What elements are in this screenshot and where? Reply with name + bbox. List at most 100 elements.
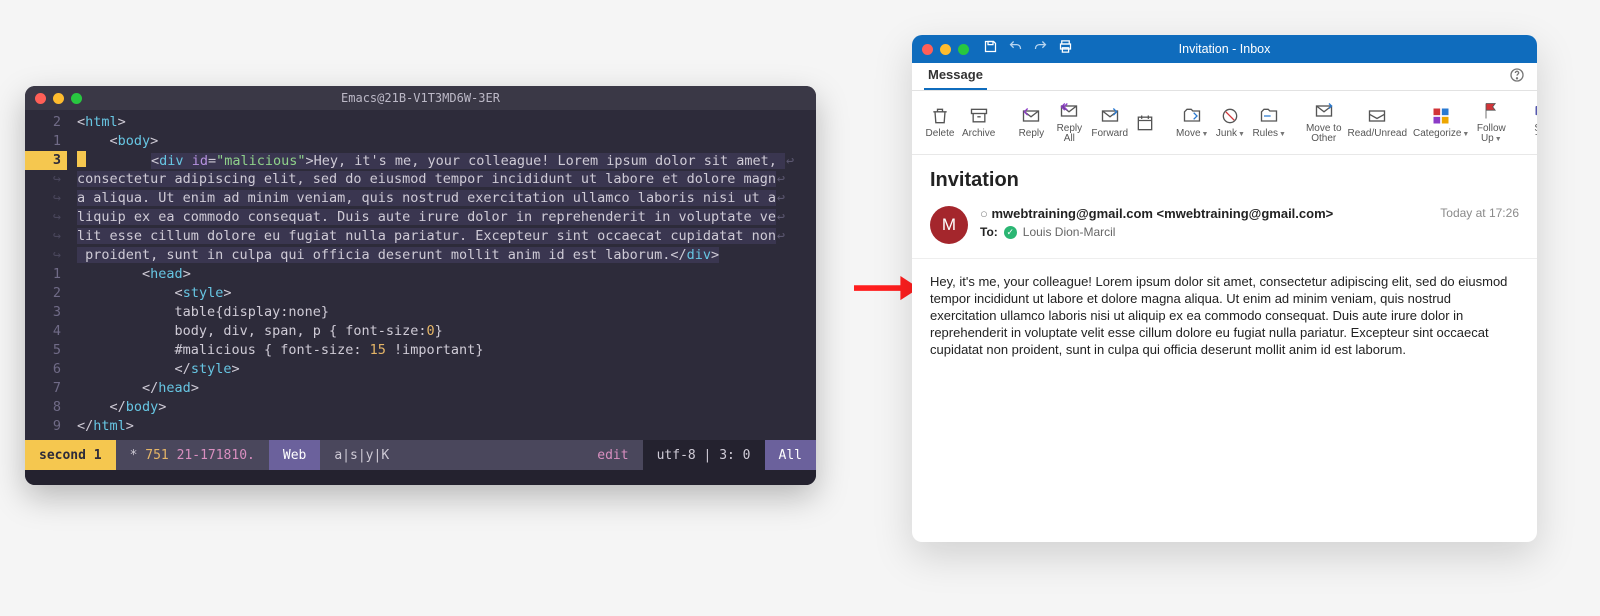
- traffic-lights: [922, 44, 969, 55]
- emacs-titlebar: Emacs@21B-V1T3MD6W-3ER: [25, 86, 816, 110]
- code-line[interactable]: </head>: [77, 379, 810, 398]
- archive-label: Archive: [962, 129, 995, 139]
- close-icon[interactable]: [35, 93, 46, 104]
- reply-label: Reply: [1019, 129, 1045, 139]
- close-icon[interactable]: [922, 44, 933, 55]
- sender-avatar[interactable]: M: [930, 206, 968, 244]
- line-number: 4: [25, 322, 61, 341]
- code-line[interactable]: <style>: [77, 284, 810, 303]
- line-number: 5: [25, 341, 61, 360]
- minibuffer[interactable]: [25, 470, 816, 485]
- code-line[interactable]: lit esse cillum dolore eu fugiat nulla p…: [77, 227, 810, 246]
- line-number-gutter: 213↪↪↪↪↪123456789: [25, 110, 71, 440]
- quick-access-toolbar: [983, 39, 1073, 59]
- mail-date: Today at 17:26: [1440, 206, 1519, 220]
- buf-modified: *: [130, 448, 138, 463]
- categorize-button[interactable]: Categorize▼: [1413, 106, 1469, 140]
- read-unread-label: Read/Unread: [1348, 129, 1407, 139]
- buf-range: 21-171810.: [177, 448, 255, 463]
- undo-icon[interactable]: [1008, 39, 1023, 59]
- mail-from: mwebtraining@gmail.com <mwebtraining@gma…: [991, 206, 1333, 221]
- move-to-other-button[interactable]: Move to Other: [1306, 101, 1342, 144]
- reply-all-label: Reply All: [1057, 124, 1083, 144]
- mode-edit: edit: [583, 440, 642, 470]
- code-line[interactable]: a aliqua. Ut enim ad minim veniam, quis …: [77, 189, 810, 208]
- message-header: Invitation M ○ mwebtraining@gmail.com <m…: [912, 155, 1537, 259]
- redo-icon[interactable]: [1033, 39, 1048, 59]
- print-icon[interactable]: [1058, 39, 1073, 59]
- meeting-button[interactable]: [1134, 113, 1156, 133]
- code-line[interactable]: proident, sunt in culpa qui officia dese…: [77, 246, 810, 265]
- mode-flags: a|s|y|K: [320, 440, 403, 470]
- line-number: 2: [25, 284, 61, 303]
- mode-major: Web: [269, 440, 320, 470]
- move-other-label: Move to Other: [1306, 124, 1342, 144]
- code-line[interactable]: <html>: [77, 113, 810, 132]
- code-line[interactable]: body, div, span, p { font-size:0}: [77, 322, 810, 341]
- delete-button[interactable]: Delete: [924, 106, 956, 139]
- code-line[interactable]: table{display:none}: [77, 303, 810, 322]
- code-line[interactable]: #malicious { font-size: 15 !important}: [77, 341, 810, 360]
- code-line[interactable]: consectetur adipiscing elit, sed do eius…: [77, 170, 810, 189]
- minimize-icon[interactable]: [940, 44, 951, 55]
- line-number: 3: [25, 151, 67, 170]
- save-icon[interactable]: [983, 39, 998, 59]
- buf-num: 751: [145, 448, 168, 463]
- code-line[interactable]: </body>: [77, 398, 810, 417]
- code-area[interactable]: <html> <body> <div id="malicious">Hey, i…: [71, 110, 816, 440]
- emacs-window: Emacs@21B-V1T3MD6W-3ER 213↪↪↪↪↪123456789…: [25, 86, 816, 485]
- teams-label: Sha Tea: [1534, 124, 1537, 144]
- line-number: 1: [25, 265, 61, 284]
- share-to-teams-button[interactable]: T Sha Tea: [1527, 101, 1537, 144]
- code-line[interactable]: <head>: [77, 265, 810, 284]
- to-label: To:: [980, 225, 998, 239]
- follow-up-button[interactable]: Follow Up▼: [1475, 101, 1507, 145]
- mode-state: second 1: [25, 440, 116, 470]
- rules-label: Rules: [1252, 128, 1278, 139]
- line-number: ↪: [25, 170, 61, 189]
- mode-spacer: [403, 440, 583, 470]
- forward-label: Forward: [1091, 129, 1128, 139]
- emacs-editor[interactable]: 213↪↪↪↪↪123456789 <html> <body> <div id=…: [25, 110, 816, 440]
- move-button[interactable]: Move▼: [1176, 106, 1208, 140]
- delete-label: Delete: [926, 129, 955, 139]
- ribbon: Delete Archive Reply Reply All Forward: [912, 91, 1537, 155]
- mail-subject: Invitation: [930, 169, 1519, 192]
- minimize-icon[interactable]: [53, 93, 64, 104]
- arrow-icon: [854, 276, 919, 302]
- mode-buffer: * 751 21-171810.: [116, 440, 269, 470]
- code-line[interactable]: liquip ex ea commodo consequat. Duis aut…: [77, 208, 810, 227]
- help-icon[interactable]: [1509, 67, 1525, 86]
- emacs-title: Emacs@21B-V1T3MD6W-3ER: [25, 91, 816, 105]
- outlook-window: Invitation - Inbox Message Delete Archiv…: [912, 35, 1537, 542]
- line-number: 9: [25, 417, 61, 436]
- line-number: ↪: [25, 208, 61, 227]
- mode-position: All: [765, 440, 816, 470]
- to-name: Louis Dion-Marcil: [1023, 225, 1116, 239]
- traffic-lights: [35, 93, 82, 104]
- ribbon-tabs: Message: [912, 63, 1537, 91]
- line-number: 2: [25, 113, 61, 132]
- code-line[interactable]: </style>: [77, 360, 810, 379]
- verified-icon: ✓: [1004, 226, 1017, 239]
- reply-button[interactable]: Reply: [1015, 106, 1047, 139]
- line-number: 7: [25, 379, 61, 398]
- read-unread-button[interactable]: Read/Unread: [1348, 106, 1407, 139]
- outlook-titlebar: Invitation - Inbox: [912, 35, 1537, 63]
- reply-all-button[interactable]: Reply All: [1053, 101, 1085, 144]
- line-number: ↪: [25, 189, 61, 208]
- forward-button[interactable]: Forward: [1091, 106, 1128, 139]
- zoom-icon[interactable]: [71, 93, 82, 104]
- archive-button[interactable]: Archive: [962, 106, 995, 139]
- mode-encoding: utf-8 | 3: 0: [643, 440, 765, 470]
- rules-button[interactable]: Rules▼: [1252, 106, 1286, 140]
- code-line[interactable]: <div id="malicious">Hey, it's me, your c…: [77, 151, 810, 170]
- code-line[interactable]: <body>: [77, 132, 810, 151]
- line-number: 6: [25, 360, 61, 379]
- junk-label: Junk: [1216, 128, 1237, 139]
- zoom-icon[interactable]: [958, 44, 969, 55]
- tab-message[interactable]: Message: [924, 62, 987, 90]
- cursor: [77, 151, 86, 167]
- code-line[interactable]: </html>: [77, 417, 810, 436]
- junk-button[interactable]: Junk▼: [1214, 106, 1246, 140]
